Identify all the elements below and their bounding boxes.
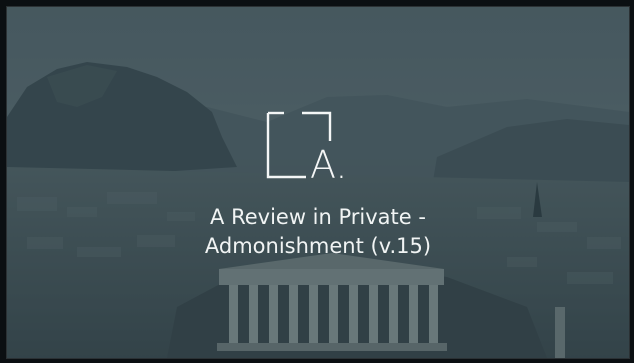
slide-title: A Review in Private - Admonishment (v.15… (7, 203, 629, 261)
a-logo-icon: A. (266, 111, 348, 189)
slide-title-line-1: A Review in Private - (210, 205, 426, 229)
presentation-slide: A. A Review in Private - Admonishment (v… (6, 6, 630, 359)
slide-title-line-2: Admonishment (v.15) (204, 234, 432, 258)
logo-letter: A. (310, 143, 348, 187)
